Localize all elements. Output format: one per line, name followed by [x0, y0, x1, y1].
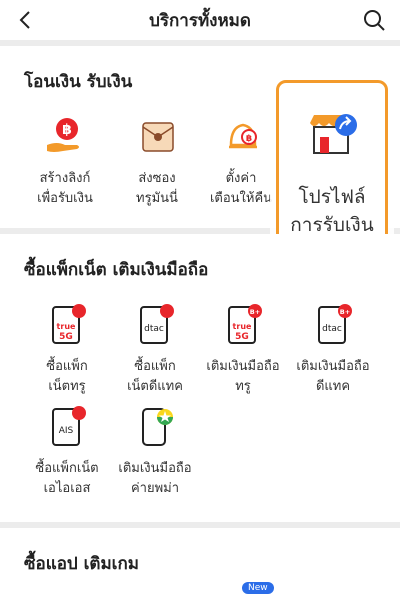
service-label: ดีแทค: [315, 379, 351, 394]
section-title: ซื้อแพ็กเน็ต เติมเงินมือถือ: [24, 260, 209, 280]
service-label: ส่งซอง: [138, 171, 176, 186]
topup-badge-label: B+: [250, 308, 260, 316]
service-label: ทรูมันนี่: [136, 191, 178, 206]
receive-profile-card[interactable]: โปรไฟล์การรับเงิน: [276, 80, 388, 244]
service-myanmar-topup[interactable]: เติมเงินมือถือค่ายพม่า: [110, 405, 200, 499]
service-true-pack[interactable]: true 5G ซื้อแพ็กเน็ตทรู: [22, 303, 112, 397]
ais-sim-icon: AIS: [52, 406, 86, 446]
service-label: ทรู: [235, 379, 251, 394]
service-reminder[interactable]: ฿ ตั้งค่าเตือนให้คืน: [196, 115, 286, 209]
service-label: ซื้อแพ็ก: [46, 359, 88, 374]
sim-brand-label: true: [233, 322, 252, 331]
service-label: เตือนให้คืน: [209, 191, 273, 206]
service-ais-pack[interactable]: AIS ซื้อแพ็กเน็ตเอไอเอส: [22, 405, 112, 499]
topup-badge-label: B+: [340, 308, 350, 316]
service-label: เน็ตดีแทค: [127, 379, 183, 394]
true-topup-icon: true 5G B+: [228, 304, 262, 344]
service-dtac-topup[interactable]: dtac B+ เติมเงินมือถือดีแทค: [288, 303, 378, 397]
service-label: เติมเงินมือถือ: [118, 461, 192, 476]
service-label: เพื่อรับเงิน: [37, 191, 93, 206]
service-true-topup[interactable]: true 5G B+ เติมเงินมือถือทรู: [198, 303, 288, 397]
svg-text:฿: ฿: [62, 122, 72, 138]
sim-brand-label: dtac: [322, 324, 342, 334]
sim-brand-label: AIS: [59, 426, 74, 436]
service-label: ซื้อแพ็กเน็ต: [35, 461, 99, 476]
dtac-sim-icon: dtac: [140, 304, 174, 344]
promo-label: การรับเงิน: [290, 214, 374, 236]
sim-brand-label: 5G: [59, 332, 73, 342]
storefront-share-icon: [310, 114, 357, 154]
section-title: ซื้อแอป เติมเกม: [24, 554, 139, 574]
service-label: สร้างลิงก์: [39, 171, 91, 186]
section-apps-games: ซื้อแอป เติมเกม New: [0, 528, 400, 600]
hand-baht-icon: ฿: [47, 118, 79, 152]
new-badge: New: [242, 582, 274, 594]
true-5g-sim-icon: true 5G: [52, 304, 86, 344]
section-mobile: ซื้อแพ็กเน็ต เติมเงินมือถือ true 5G ซื้อ…: [0, 234, 400, 522]
dtac-topup-icon: dtac B+: [318, 304, 352, 344]
sim-brand-label: true: [57, 322, 76, 331]
svg-text:฿: ฿: [246, 134, 252, 144]
service-label: ซื้อแพ็ก: [134, 359, 176, 374]
service-label: เติมเงินมือถือ: [206, 359, 280, 374]
service-dtac-pack[interactable]: dtac ซื้อแพ็กเน็ตดีแทค: [110, 303, 200, 397]
header-bar: บริการทั้งหมด: [0, 0, 400, 40]
search-icon[interactable]: [362, 8, 386, 32]
service-label: ตั้งค่า: [225, 171, 257, 186]
service-label: เอไอเอส: [43, 481, 91, 496]
sim-brand-label: dtac: [144, 324, 164, 334]
myanmar-topup-icon: [142, 408, 173, 446]
service-label: เน็ตทรู: [48, 379, 86, 394]
service-label: ค่ายพม่า: [130, 481, 180, 496]
service-send-envelope[interactable]: ส่งซองทรูมันนี่: [112, 115, 202, 209]
promo-label: โปรไฟล์: [298, 186, 366, 208]
back-arrow-icon[interactable]: [14, 8, 38, 32]
service-create-link[interactable]: ฿ สร้างลิงก์เพื่อรับเงิน: [20, 115, 110, 209]
envelope-icon: [142, 122, 174, 152]
page-title: บริการทั้งหมด: [149, 10, 251, 31]
bell-baht-icon: ฿: [229, 123, 257, 149]
service-label: เติมเงินมือถือ: [296, 359, 370, 374]
sim-brand-label: 5G: [235, 332, 249, 342]
